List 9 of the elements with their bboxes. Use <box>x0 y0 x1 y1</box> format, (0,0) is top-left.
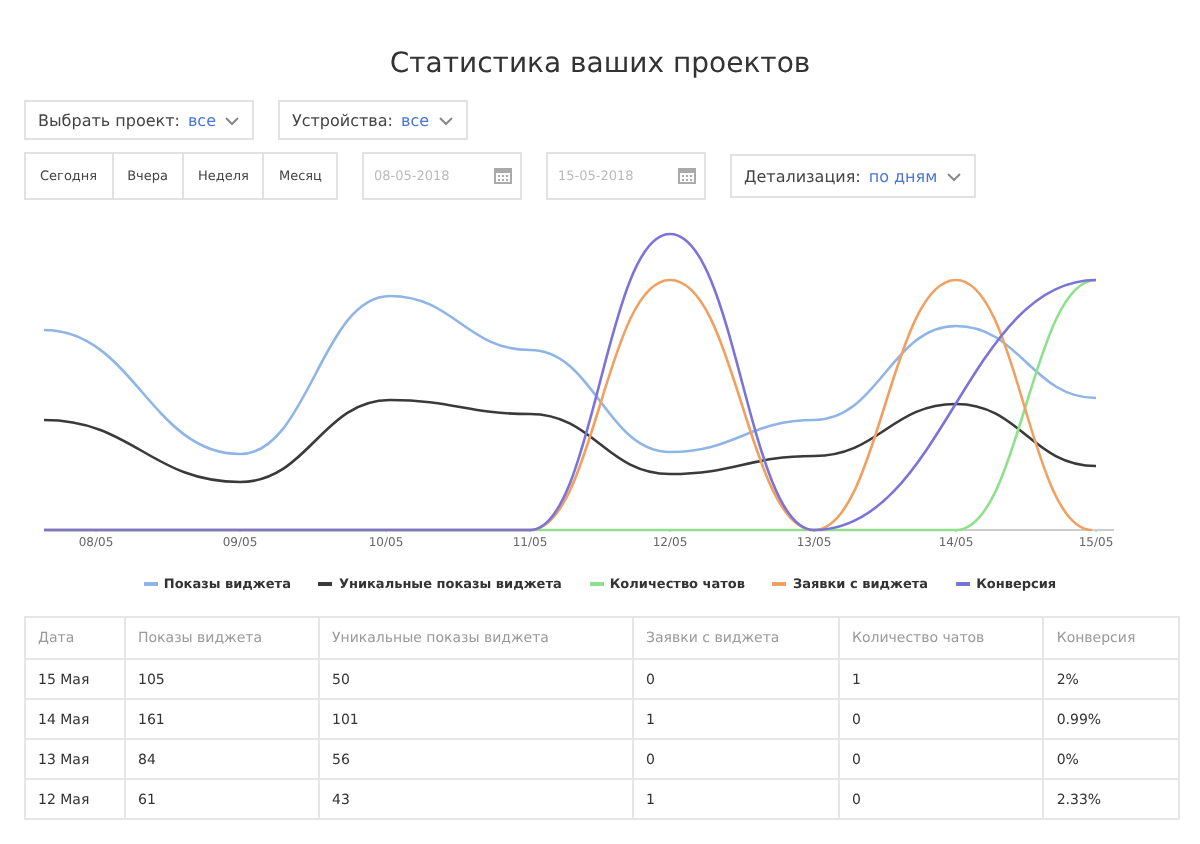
filter-dropdown[interactable]: Устройства: все <box>278 100 468 140</box>
caret-icon <box>437 115 454 125</box>
calendar-icon <box>493 166 512 184</box>
calendar-icon <box>677 166 696 184</box>
detail-dropdown[interactable]: Детализация: по дням <box>729 154 976 198</box>
caret-icon <box>945 171 962 181</box>
filter-dropdown[interactable]: Выбрать проект: все <box>24 100 254 140</box>
caret-icon <box>224 115 240 125</box>
page-title: Статистика ваших проектов <box>387 46 813 84</box>
